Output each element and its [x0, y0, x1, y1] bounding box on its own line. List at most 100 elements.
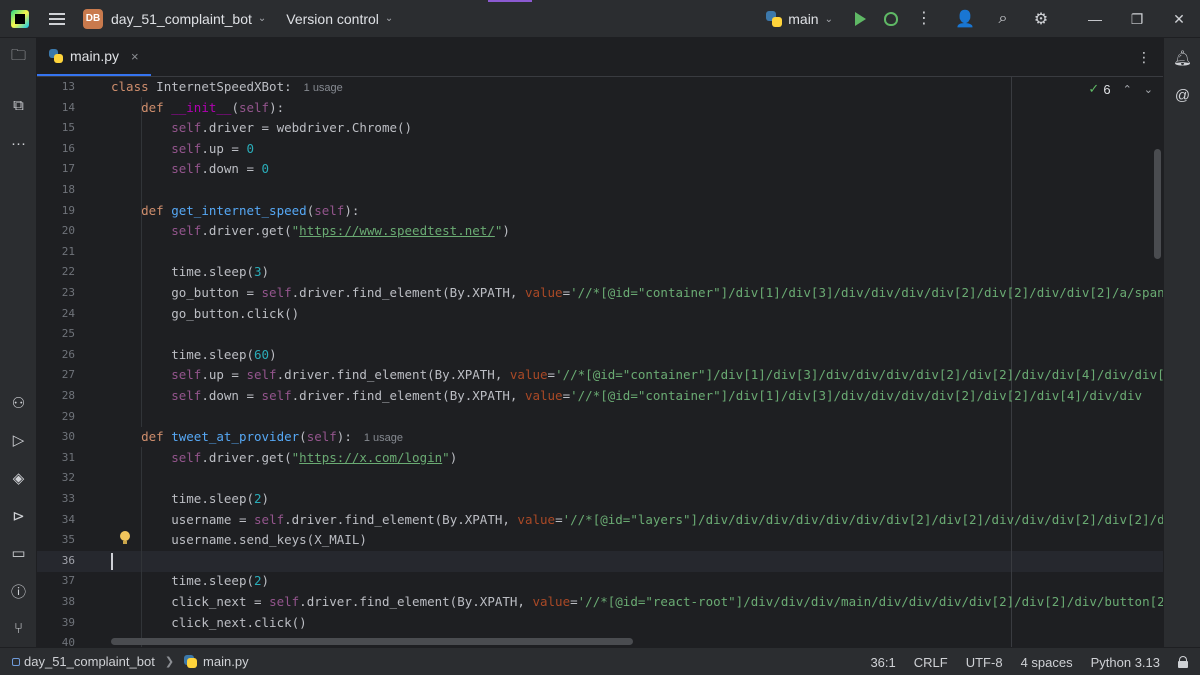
ai-assistant-icon[interactable]: @ — [1164, 80, 1200, 110]
line-number: 20 — [61, 224, 75, 238]
chevron-up-icon[interactable]: ⌃ — [1123, 83, 1132, 96]
chevron-down-icon[interactable]: ⌄ — [1144, 83, 1153, 96]
minimize-icon[interactable]: — — [1074, 0, 1116, 38]
run-configuration-selector[interactable]: main — [788, 11, 818, 27]
restore-icon[interactable]: ❐ — [1116, 0, 1158, 38]
code-line-33: time.sleep(2) — [171, 491, 270, 506]
run-tool-icon[interactable]: ▷ — [0, 425, 37, 455]
status-bar: day_51_complaint_bot ❯ main.py 36:1 CRLF… — [0, 647, 1200, 675]
main-menu-icon[interactable] — [49, 12, 65, 25]
close-tab-icon[interactable]: × — [131, 49, 139, 64]
project-folder-icon[interactable]: 🗀 — [0, 42, 37, 72]
version-control-menu[interactable]: Version control — [286, 11, 379, 27]
python-icon — [766, 11, 783, 27]
breadcrumb-file[interactable]: main.py — [203, 654, 249, 669]
line-number: 13 — [61, 80, 75, 93]
caret-position[interactable]: 36:1 — [870, 655, 895, 670]
line-number-current: 36 — [61, 553, 75, 567]
more-actions-icon[interactable]: ⋮ — [916, 11, 932, 27]
line-number: 22 — [61, 265, 75, 279]
code-line-20: self.driver.get("https://www.speedtest.n… — [171, 223, 510, 239]
pycharm-logo-icon[interactable] — [11, 9, 29, 28]
close-window-icon[interactable]: ✕ — [1158, 0, 1200, 38]
line-number-gutter[interactable]: 13 14 15 16 17 18 19 20 21 22 23 24 25 2… — [37, 77, 109, 647]
current-line-highlight — [37, 551, 1163, 572]
line-number: 14 — [61, 100, 75, 114]
line-number: 19 — [61, 203, 75, 217]
code-line-28: self.down = self.driver.find_element(By.… — [171, 388, 1143, 403]
python-interpreter[interactable]: Python 3.13 — [1091, 655, 1160, 670]
code-editor[interactable]: 13 14 15 16 17 18 19 20 21 22 23 24 25 2… — [37, 77, 1163, 647]
chevron-down-icon[interactable]: ⌄ — [258, 13, 266, 24]
settings-gear-icon[interactable]: ⚙ — [1022, 0, 1060, 38]
line-number: 18 — [61, 183, 75, 196]
more-tools-icon[interactable]: ··· — [0, 128, 37, 158]
notifications-icon[interactable]: 🔔︎ — [1164, 43, 1200, 73]
problems-icon[interactable]: ⓘ — [0, 576, 37, 606]
right-tool-strip: 🔔︎ @ — [1163, 38, 1200, 647]
line-number: 31 — [61, 450, 75, 464]
inspection-widget[interactable]: ✓ 6 ⌃ ⌄ — [1088, 81, 1153, 97]
indent-setting[interactable]: 4 spaces — [1021, 655, 1073, 670]
git-icon[interactable]: ⑂ — [0, 613, 37, 643]
code-line-27: self.up = self.driver.find_element(By.XP… — [171, 367, 1163, 383]
run-icon[interactable] — [855, 12, 866, 26]
add-user-icon[interactable]: 👤 — [946, 0, 984, 38]
line-number: 34 — [61, 512, 75, 526]
vertical-scrollbar[interactable] — [1154, 149, 1161, 259]
tab-main-py[interactable]: main.py × — [37, 38, 151, 76]
debug-icon[interactable] — [884, 12, 898, 26]
line-number: 33 — [61, 492, 75, 505]
title-bar: DB day_51_complaint_bot ⌄ Version contro… — [0, 0, 1200, 38]
code-line-35: username.send_keys(X_MAIL) — [171, 532, 367, 548]
code-line-17: self.down = 0 — [171, 161, 270, 177]
code-line-30: def tweet_at_provider(self): 1 usage — [141, 429, 404, 445]
line-number: 28 — [61, 389, 75, 402]
tab-label: main.py — [70, 48, 120, 64]
chevron-down-icon[interactable]: ⌄ — [825, 14, 833, 25]
line-number: 37 — [61, 574, 75, 588]
line-number: 21 — [61, 244, 75, 258]
line-number: 27 — [61, 368, 75, 382]
file-encoding[interactable]: UTF-8 — [966, 655, 1003, 670]
project-name[interactable]: day_51_complaint_bot — [111, 11, 252, 27]
code-line-15: self.driver = webdriver.Chrome() — [171, 120, 413, 136]
code-line-13: class InternetSpeedXBot: 1 usage — [111, 79, 343, 94]
line-number: 30 — [61, 430, 75, 444]
text-caret — [111, 553, 113, 570]
breadcrumb-project[interactable]: day_51_complaint_bot — [24, 654, 155, 669]
module-icon — [12, 657, 20, 666]
chevron-right-icon: ❯ — [164, 656, 175, 668]
tab-options-icon[interactable]: ⋮ — [1137, 49, 1151, 66]
code-line-19: def get_internet_speed(self): — [141, 202, 360, 218]
chevron-down-icon[interactable]: ⌄ — [385, 13, 393, 24]
line-number: 39 — [61, 615, 75, 629]
line-separator[interactable]: CRLF — [914, 655, 948, 670]
services-icon[interactable]: ⊳ — [0, 501, 37, 531]
line-number: 40 — [61, 636, 75, 647]
code-line-37: time.sleep(2) — [171, 573, 270, 589]
line-number: 38 — [61, 595, 75, 608]
line-number: 16 — [61, 141, 75, 155]
code-line-24: go_button.click() — [171, 305, 300, 321]
search-icon[interactable]: ⌕ — [984, 0, 1022, 38]
python-file-icon — [49, 49, 63, 63]
usage-hint[interactable]: 1 usage — [304, 82, 343, 94]
line-number: 26 — [61, 347, 75, 361]
code-line-39: click_next.click() — [171, 614, 307, 630]
line-number: 32 — [61, 471, 75, 485]
layers-icon[interactable]: ◈ — [0, 463, 37, 493]
line-number: 24 — [61, 306, 75, 320]
structure-icon[interactable]: ⧉ — [0, 90, 37, 120]
line-number: 23 — [61, 286, 75, 299]
usage-hint[interactable]: 1 usage — [364, 432, 403, 444]
line-number: 29 — [61, 409, 75, 423]
lock-icon[interactable] — [1178, 656, 1188, 668]
python-packages-icon[interactable]: ⚇ — [0, 388, 37, 418]
project-badge[interactable]: DB — [83, 8, 103, 29]
terminal-icon[interactable]: ▭ — [0, 538, 37, 568]
left-tool-strip: 🗀 ⧉ ··· ⚇ ▷ ◈ ⊳ ▭ ⓘ ⑂ — [0, 38, 37, 647]
code-line-38: click_next = self.driver.find_element(By… — [171, 594, 1163, 609]
horizontal-scrollbar[interactable] — [111, 638, 633, 645]
editor-tab-bar: main.py × ⋮ — [37, 38, 1163, 77]
